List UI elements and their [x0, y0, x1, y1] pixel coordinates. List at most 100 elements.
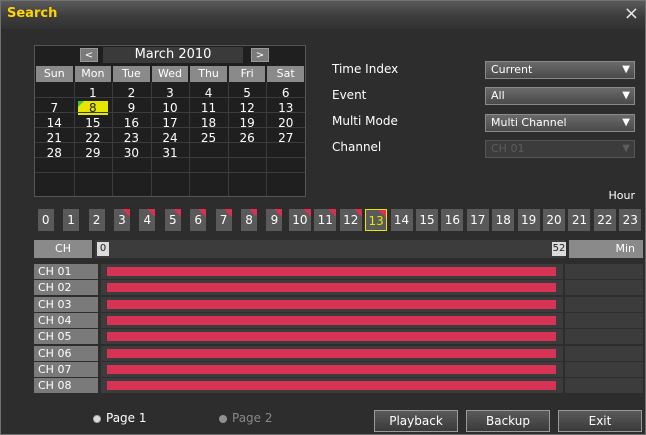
time-index-dropdown[interactable]: Current ▼ [485, 61, 635, 79]
window-title: Search [7, 6, 58, 21]
calendar-column-divider [73, 82, 75, 196]
hour-button[interactable]: 6 [190, 209, 207, 231]
channel-row[interactable]: CH 02 [34, 280, 643, 296]
close-icon[interactable]: × [624, 4, 639, 24]
weekday-header: Sun [36, 66, 73, 82]
hour-label: Hour [608, 189, 636, 202]
calendar-row-divider [35, 112, 305, 113]
calendar-row-divider [35, 142, 305, 143]
recording-segment [107, 283, 557, 293]
timeline-start-marker[interactable]: 0 [97, 242, 109, 256]
playback-button[interactable]: Playback [374, 410, 458, 432]
calendar: < March 2010 > Sun Mon Tue Wed Thu Fri Sat 1 2 3 4… [34, 45, 306, 197]
hour-button[interactable]: 16 [441, 209, 464, 231]
channel-row[interactable]: CH 01 [34, 264, 643, 280]
hour-button-selected[interactable]: 13 [365, 209, 388, 231]
hour-button[interactable]: 1 [63, 209, 80, 231]
channel-row[interactable]: CH 03 [34, 296, 643, 313]
channel-timeline[interactable] [101, 329, 563, 345]
calendar-row-divider [35, 97, 305, 98]
channel-timeline[interactable] [101, 264, 563, 279]
hour-button[interactable]: 0 [37, 209, 54, 231]
multi-mode-dropdown[interactable]: Multi Channel ▼ [485, 114, 635, 132]
recording-segment [107, 348, 557, 358]
calendar-row-divider [35, 157, 305, 158]
hour-button[interactable]: 19 [517, 209, 540, 231]
channel-timeline[interactable] [101, 312, 563, 328]
hour-button[interactable]: 22 [593, 209, 616, 231]
event-value: All [491, 89, 505, 102]
weekday-header: Fri [228, 66, 266, 82]
calendar-column-divider [189, 82, 191, 196]
channel-timeline[interactable] [101, 296, 563, 312]
channel-timeline[interactable] [101, 378, 563, 394]
hour-button[interactable]: 2 [88, 209, 105, 231]
hour-button[interactable]: 3 [113, 209, 130, 231]
channel-row-label: CH 08 [34, 378, 98, 394]
hour-button[interactable]: 10 [288, 209, 311, 231]
time-index-value: Current [491, 63, 533, 76]
channel-value: CH 01 [491, 142, 525, 155]
search-window: Search × < March 2010 > Sun Mon Tue Wed Thu F… [0, 0, 646, 435]
hour-button[interactable]: 11 [314, 209, 337, 231]
hour-button[interactable]: 4 [139, 209, 156, 231]
channel-timeline-tail [565, 329, 643, 345]
channel-timeline[interactable] [101, 345, 563, 361]
channel-timeline-tail [565, 345, 643, 361]
channel-column-header: CH [34, 240, 92, 258]
calendar-column-divider [227, 82, 229, 196]
weekday-header: Mon [74, 66, 112, 82]
backup-button[interactable]: Backup [466, 410, 550, 432]
next-month-button[interactable]: > [251, 48, 269, 62]
hour-button[interactable]: 21 [568, 209, 591, 231]
event-dropdown[interactable]: All ▼ [485, 87, 635, 105]
hour-button[interactable]: 17 [466, 209, 489, 231]
hour-button[interactable]: 12 [339, 209, 362, 231]
channel-label: Channel [332, 140, 382, 154]
hour-button[interactable]: 23 [619, 209, 642, 231]
channel-timeline[interactable] [101, 361, 563, 377]
channel-row[interactable]: CH 06 [34, 345, 643, 362]
hour-button[interactable]: 9 [266, 209, 283, 231]
channel-timeline-tail [565, 378, 643, 394]
channel-row-label: CH 03 [34, 296, 98, 312]
hour-button[interactable]: 5 [164, 209, 181, 231]
event-label: Event [332, 88, 367, 102]
recording-segment [107, 267, 557, 276]
chevron-down-icon: ▼ [622, 64, 630, 75]
recording-segment [107, 315, 557, 325]
channel-row-label: CH 02 [34, 280, 98, 296]
channel-row[interactable]: CH 05 [34, 329, 643, 345]
page-2-radio[interactable]: Page 2 [219, 411, 273, 425]
channel-row-label: CH 05 [34, 329, 98, 345]
chevron-down-icon: ▼ [622, 143, 630, 154]
prev-month-button[interactable]: < [80, 48, 98, 62]
channel-row[interactable]: CH 08 [34, 378, 643, 394]
exit-button[interactable]: Exit [558, 410, 642, 432]
weekday-header: Wed [151, 66, 189, 82]
channel-row[interactable]: CH 04 [34, 312, 643, 329]
minute-timeline-track[interactable] [95, 240, 565, 258]
chevron-down-icon: ▼ [622, 117, 630, 128]
radio-selected-icon [93, 414, 101, 423]
hour-button[interactable]: 20 [543, 209, 566, 231]
page-2-label: Page 2 [232, 411, 273, 425]
page-1-radio[interactable]: Page 1 [93, 411, 147, 425]
timeline-end-marker[interactable]: 52 [552, 242, 566, 256]
time-index-label: Time Index [332, 62, 399, 76]
channel-row[interactable]: CH 07 [34, 361, 643, 378]
channel-row-label: CH 01 [34, 264, 98, 279]
channel-timeline-tail [565, 361, 643, 377]
recording-segment [107, 299, 557, 309]
channel-timeline[interactable] [101, 280, 563, 296]
hour-button[interactable]: 8 [241, 209, 258, 231]
weekday-header: Tue [113, 66, 150, 82]
calendar-column-divider [266, 82, 268, 196]
calendar-row-divider [35, 172, 305, 173]
hour-button[interactable]: 18 [492, 209, 515, 231]
channel-timeline-tail [565, 264, 643, 279]
hour-button[interactable]: 14 [390, 209, 413, 231]
hour-button[interactable]: 15 [415, 209, 438, 231]
weekday-header: Thu [190, 66, 227, 82]
hour-button[interactable]: 7 [215, 209, 232, 231]
